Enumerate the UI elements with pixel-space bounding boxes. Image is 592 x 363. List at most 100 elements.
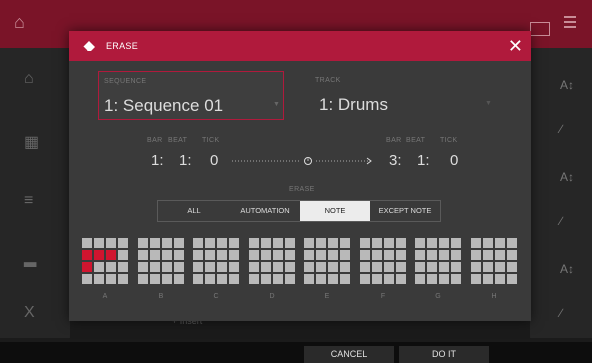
pad[interactable] [372, 274, 382, 284]
pad[interactable] [316, 238, 326, 248]
pad[interactable] [150, 274, 160, 284]
pad[interactable] [340, 250, 350, 260]
pad[interactable] [138, 238, 148, 248]
pad[interactable] [174, 274, 184, 284]
home-icon[interactable]: ⌂ [14, 12, 25, 33]
pad[interactable] [451, 262, 461, 272]
pad[interactable] [273, 262, 283, 272]
pad[interactable] [261, 274, 271, 284]
pad[interactable] [106, 262, 116, 272]
pad[interactable] [360, 274, 370, 284]
pad[interactable] [360, 250, 370, 260]
pad[interactable] [106, 238, 116, 248]
pad[interactable] [396, 262, 406, 272]
pad[interactable] [285, 262, 295, 272]
pad[interactable] [118, 238, 128, 248]
pad[interactable] [415, 250, 425, 260]
pad[interactable] [162, 262, 172, 272]
start-bar[interactable]: 1: [151, 152, 164, 169]
pad[interactable] [384, 262, 394, 272]
pad[interactable] [328, 262, 338, 272]
mode-all-button[interactable]: ALL [158, 201, 230, 221]
pad[interactable] [249, 238, 259, 248]
pad[interactable] [193, 274, 203, 284]
pad[interactable] [328, 238, 338, 248]
pad[interactable] [162, 238, 172, 248]
sort-icon[interactable]: A↕ [560, 262, 574, 276]
pad[interactable] [261, 238, 271, 248]
pad[interactable] [162, 250, 172, 260]
pad[interactable] [285, 274, 295, 284]
pad[interactable] [138, 262, 148, 272]
pad[interactable] [328, 274, 338, 284]
window-icon[interactable] [530, 22, 550, 36]
pad[interactable] [205, 274, 215, 284]
pad[interactable] [249, 274, 259, 284]
mode-automation-button[interactable]: AUTOMATION [230, 201, 300, 221]
pad[interactable] [94, 274, 104, 284]
pad[interactable] [174, 238, 184, 248]
pad[interactable] [273, 274, 283, 284]
pad[interactable] [471, 250, 481, 260]
pad[interactable] [106, 274, 116, 284]
pad[interactable] [495, 274, 505, 284]
pad[interactable] [285, 238, 295, 248]
pad[interactable] [340, 262, 350, 272]
pad[interactable] [162, 274, 172, 284]
pad[interactable] [94, 238, 104, 248]
pad[interactable] [451, 250, 461, 260]
pad[interactable] [427, 262, 437, 272]
pad[interactable] [304, 250, 314, 260]
pad[interactable] [304, 238, 314, 248]
pad[interactable] [193, 262, 203, 272]
pad[interactable] [471, 274, 481, 284]
pad[interactable] [316, 262, 326, 272]
pad[interactable] [174, 262, 184, 272]
edit-icon[interactable]: ∕ [560, 122, 562, 136]
pad[interactable] [415, 274, 425, 284]
pad[interactable] [427, 238, 437, 248]
pad[interactable] [427, 274, 437, 284]
pad[interactable] [229, 250, 239, 260]
pad[interactable] [138, 274, 148, 284]
pad[interactable] [471, 238, 481, 248]
track-field[interactable]: TRACK 1: Drums ▼ [309, 71, 499, 120]
pad[interactable] [396, 274, 406, 284]
pad[interactable] [507, 274, 517, 284]
pad[interactable] [439, 262, 449, 272]
pad[interactable] [249, 250, 259, 260]
pad[interactable] [261, 250, 271, 260]
start-tick[interactable]: 0 [210, 152, 218, 169]
pad[interactable] [205, 262, 215, 272]
pad[interactable] [118, 262, 128, 272]
end-beat[interactable]: 1: [417, 152, 430, 169]
pad[interactable] [360, 238, 370, 248]
pad[interactable] [82, 262, 92, 272]
pad[interactable] [439, 274, 449, 284]
pad[interactable] [316, 274, 326, 284]
pad[interactable] [451, 238, 461, 248]
mode-note-button[interactable]: NOTE [300, 201, 370, 221]
pad[interactable] [471, 262, 481, 272]
pad[interactable] [483, 238, 493, 248]
pad[interactable] [396, 250, 406, 260]
pad[interactable] [138, 250, 148, 260]
pad[interactable] [217, 250, 227, 260]
pad[interactable] [82, 238, 92, 248]
pad[interactable] [118, 274, 128, 284]
mixer-icon[interactable]: ≡ [24, 192, 33, 210]
pad[interactable] [261, 262, 271, 272]
pad[interactable] [439, 238, 449, 248]
pad[interactable] [507, 250, 517, 260]
start-beat[interactable]: 1: [179, 152, 192, 169]
pad[interactable] [94, 250, 104, 260]
pad[interactable] [150, 250, 160, 260]
pad[interactable] [384, 238, 394, 248]
pad[interactable] [360, 262, 370, 272]
pad[interactable] [217, 262, 227, 272]
end-bar[interactable]: 3: [389, 152, 402, 169]
pad[interactable] [205, 238, 215, 248]
pad[interactable] [174, 250, 184, 260]
pad[interactable] [507, 262, 517, 272]
pad[interactable] [340, 274, 350, 284]
